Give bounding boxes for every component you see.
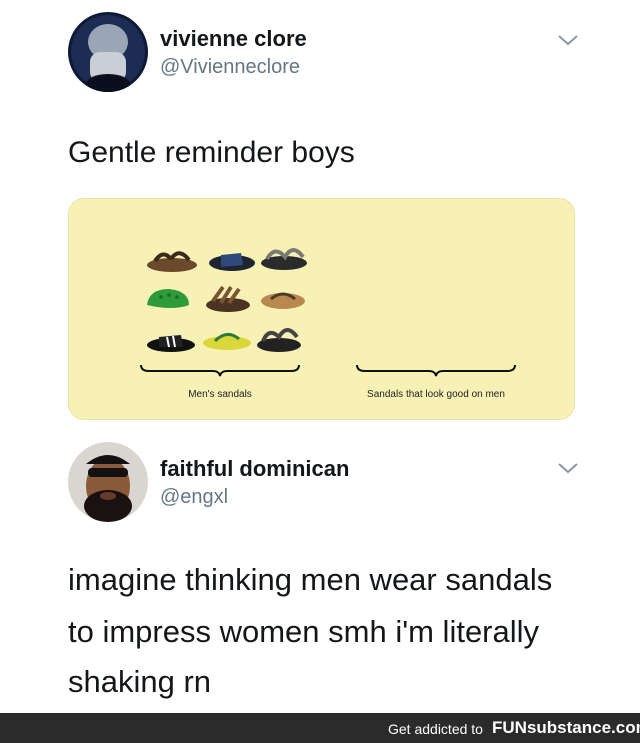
label-sandals-good: Sandals that look good on men <box>367 389 505 400</box>
slide-icon <box>147 335 195 352</box>
user-handle[interactable]: @engxl <box>160 486 228 509</box>
site-footer: Get addicted to FUNsubstance.com <box>0 713 640 743</box>
avatar[interactable] <box>68 12 148 92</box>
tweet-text-line-2: to impress women smh i'm literally <box>68 614 540 649</box>
sport-sandal-icon <box>257 328 301 352</box>
brace-left <box>140 364 300 377</box>
brace-right <box>356 364 516 377</box>
user-handle[interactable]: @Vivienneclore <box>160 56 300 79</box>
footer-brand[interactable]: FUNsubstance.com <box>492 718 640 738</box>
flip-flop-icon <box>203 333 251 350</box>
clog-icon <box>147 289 189 308</box>
chevron-down-icon[interactable] <box>556 460 580 476</box>
display-name[interactable]: faithful dominican <box>160 456 349 482</box>
chevron-down-icon[interactable] <box>556 32 580 48</box>
footer-text: Get addicted to <box>388 721 483 737</box>
flip-flop-icon <box>261 292 305 309</box>
slide-icon <box>209 253 255 271</box>
tweet-text-line-3: shaking rn <box>68 664 212 699</box>
tweet-text-line-1: imagine thinking men wear sandals <box>68 562 553 597</box>
avatar[interactable] <box>68 442 148 522</box>
sandal-icon <box>147 251 197 272</box>
sandal-icon <box>206 285 250 312</box>
sport-sandal-icon <box>261 248 307 270</box>
tweet-image[interactable]: Men's sandals Sandals that look good on … <box>68 198 575 420</box>
display-name[interactable]: vivienne clore <box>160 26 307 52</box>
tweet-text: Gentle reminder boys <box>68 136 355 169</box>
label-mens-sandals: Men's sandals <box>188 389 252 400</box>
